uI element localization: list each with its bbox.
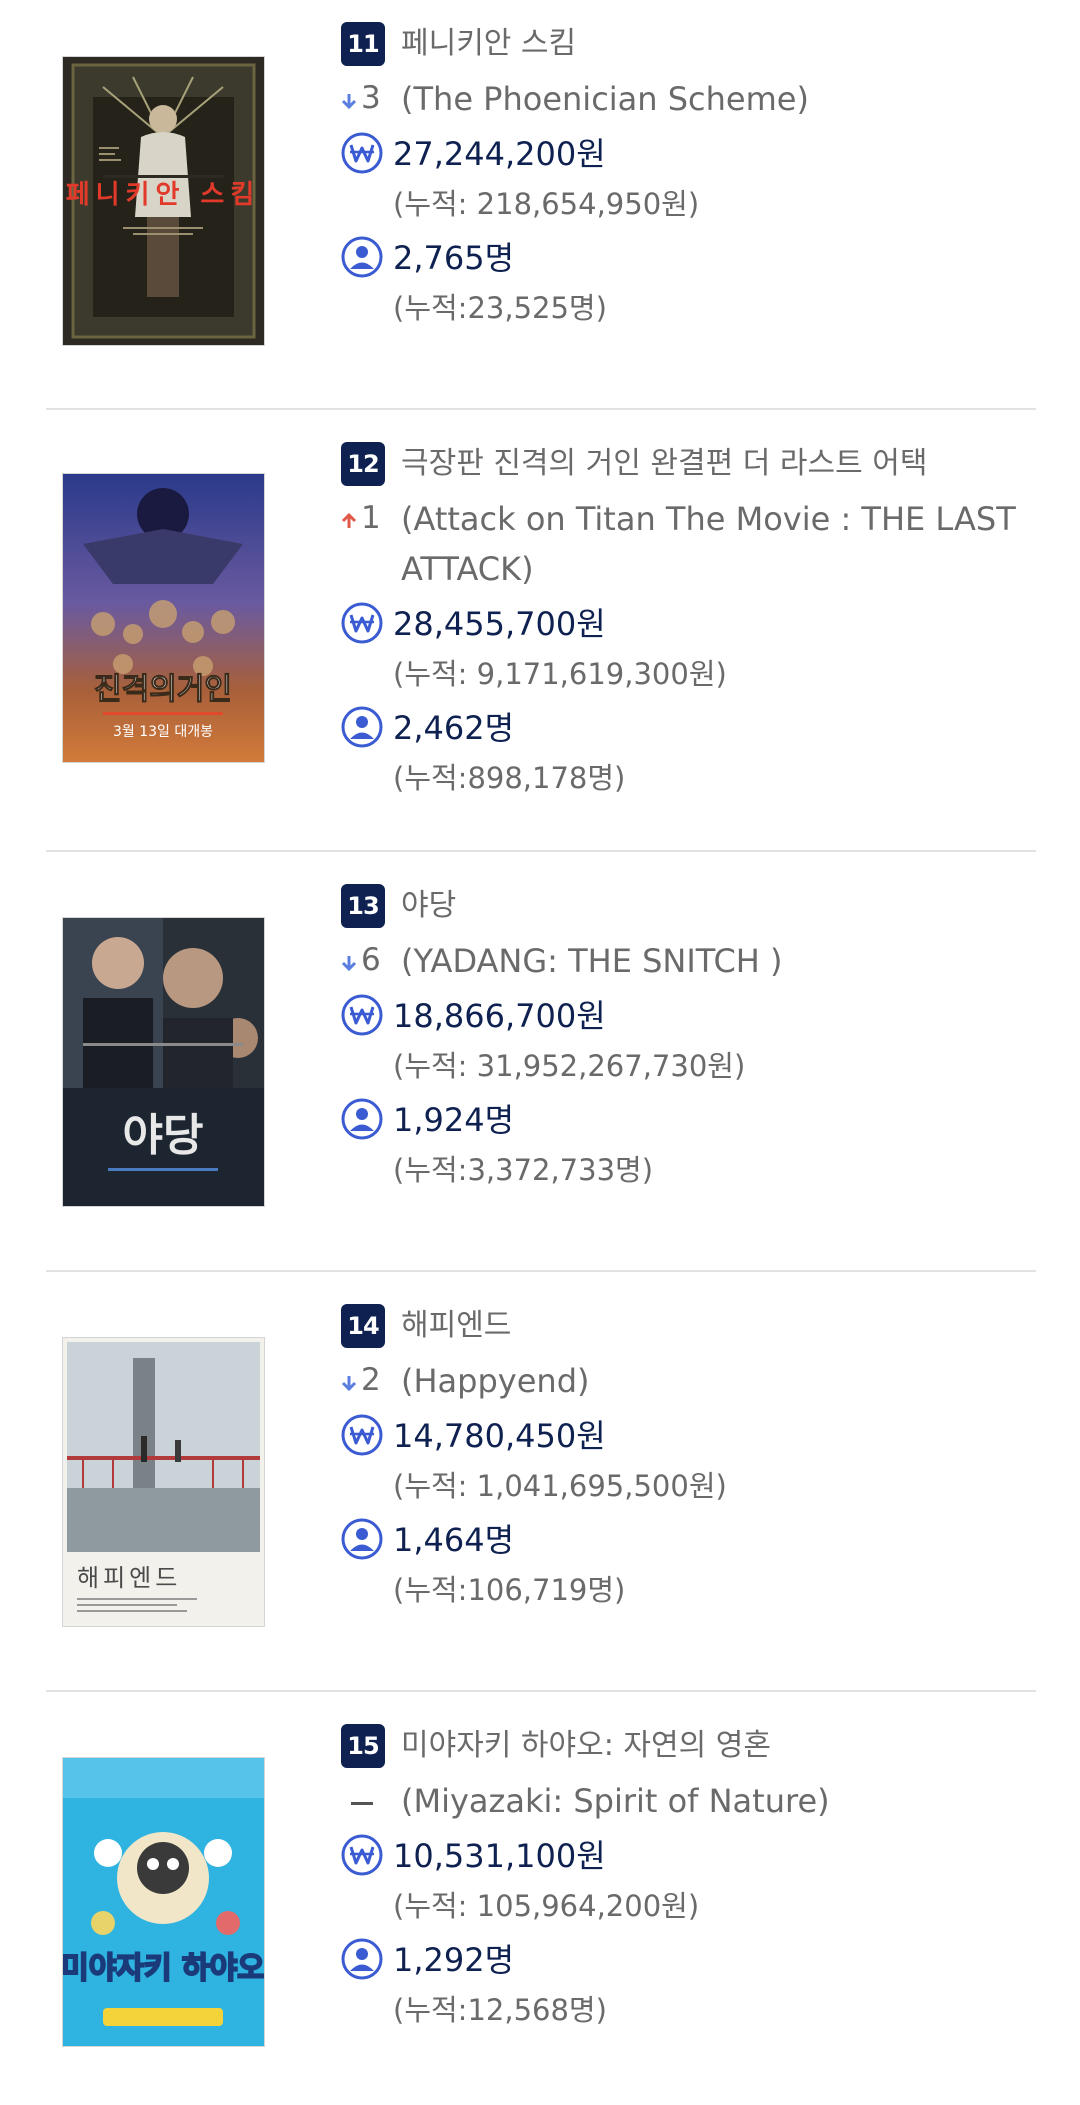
sales-total: (누적: 31,952,267,730원) [393,1049,746,1083]
movie-item[interactable]: 야당 13 야당 6 (YADANG: THE SNITCH ) 18,866,… [46,884,1036,1264]
divider [46,850,1036,852]
poster-image: 해피엔드 [63,1338,264,1626]
arrow-down-icon [341,94,357,110]
person-icon [341,1098,383,1140]
sales-total: (누적: 105,964,200원) [393,1889,700,1923]
movie-title-en: (YADANG: THE SNITCH ) [401,942,783,980]
audience-value: 1,464명 [393,1521,515,1559]
audience-value: 1,292명 [393,1941,515,1979]
movie-info: 14 해피엔드 2 (Happyend) 14,780,450원 (누적: 1,… [341,1304,1036,1614]
rank-badge: 11 [341,22,385,66]
person-icon [341,1938,383,1980]
movie-title-en: (The Phoenician Scheme) [401,80,809,118]
audience-total: (누적:898,178명) [393,761,626,795]
poster-title-text: 야당 [123,1110,204,1161]
movie-item[interactable]: 미야자키 하야오 15 미야자키 하야오: 자연의 영혼 (Miyazaki: … [46,1724,1036,2104]
sales-total: (누적: 218,654,950원) [393,187,700,221]
movie-info: 15 미야자키 하야오: 자연의 영혼 (Miyazaki: Spirit of… [341,1724,1036,2034]
movie-info: 13 야당 6 (YADANG: THE SNITCH ) 18,866,700… [341,884,1036,1194]
won-icon [341,994,383,1036]
won-icon [341,602,383,644]
won-icon [341,1414,383,1456]
poster-image: 야당 [63,918,264,1206]
arrow-down-icon [341,1376,357,1392]
divider [46,1270,1036,1272]
person-icon [341,236,383,278]
audience-value: 1,924명 [393,1101,515,1139]
movie-info: 12 극장판 진격의 거인 완결편 더 라스트 어택 1 (Attack on … [341,442,1036,802]
sales-value: 14,780,450원 [393,1417,606,1455]
rank-badge: 15 [341,1724,385,1768]
rank-change: 3 [341,80,389,116]
poster-image: 진격의거인 3월 13일 대개봉 [63,474,264,762]
divider [46,408,1036,410]
rank-change: 1 [341,500,389,536]
sales-value: 10,531,100원 [393,1837,606,1875]
audience-total: (누적:23,525명) [393,291,607,325]
rank-change-number: 6 [361,942,381,978]
audience-total: (누적:3,372,733명) [393,1153,654,1187]
poster-image: 미야자키 하야오 [63,1758,264,2046]
movie-poster[interactable]: 해피엔드 [63,1338,264,1626]
poster-title-text: 미야자키 하야오 [63,1951,264,1986]
rank-change-number: 1 [361,500,381,536]
poster-title-text: 해피엔드 [77,1564,181,1592]
won-icon [341,1834,383,1876]
sales-total: (누적: 1,041,695,500원) [393,1469,727,1503]
movie-title-ko[interactable]: 미야자키 하야오: 자연의 영혼 [401,1728,771,1764]
movie-title-en: (Miyazaki: Spirit of Nature) [401,1782,830,1820]
rank-change-number: 3 [361,80,381,116]
rank-change: 6 [341,942,389,978]
arrow-up-icon [341,512,357,528]
audience-total: (누적:12,568명) [393,1993,607,2027]
movie-title-ko[interactable]: 극장판 진격의 거인 완결편 더 라스트 어택 [401,446,927,482]
person-icon [341,1518,383,1560]
poster-title-text: 진격의거인 [94,672,232,707]
movie-title-en: (Attack on Titan The Movie : THE LAST AT… [401,500,1016,588]
sales-total: (누적: 9,171,619,300원) [393,657,727,691]
movie-item[interactable]: 페니키안 스킴 11 페니키안 스킴 3 (The Phoenician Sch… [46,22,1036,402]
movie-poster[interactable]: 미야자키 하야오 [63,1758,264,2046]
rank-change [341,1782,389,1818]
person-icon [341,706,383,748]
movie-title-en: (Happyend) [401,1362,590,1400]
rank-change-number: 2 [361,1362,381,1398]
movie-poster[interactable]: 페니키안 스킴 [63,57,264,345]
sales-value: 28,455,700원 [393,605,606,643]
movie-title-ko[interactable]: 야당 [401,888,456,924]
movie-title-ko[interactable]: 페니키안 스킴 [401,26,576,62]
sales-value: 18,866,700원 [393,997,606,1035]
poster-title-text: 페니키안 스킴 [66,180,261,210]
no-change-dash-icon [351,1802,373,1805]
sales-value: 27,244,200원 [393,135,606,173]
rank-change: 2 [341,1362,389,1398]
movie-item[interactable]: 진격의거인 3월 13일 대개봉 12 극장판 진격의 거인 완결편 더 라스트… [46,442,1036,842]
audience-value: 2,765명 [393,239,515,277]
movie-item[interactable]: 해피엔드 14 해피엔드 2 (Happyend) 14,780,450원 (누… [46,1304,1036,1684]
poster-image: 페니키안 스킴 [63,57,264,345]
movie-title-ko[interactable]: 해피엔드 [401,1308,511,1344]
movie-info: 11 페니키안 스킴 3 (The Phoenician Scheme) 27,… [341,22,1036,332]
arrow-down-icon [341,956,357,972]
movie-poster[interactable]: 진격의거인 3월 13일 대개봉 [63,474,264,762]
divider [46,1690,1036,1692]
poster-subtitle-text: 3월 13일 대개봉 [113,724,213,740]
audience-total: (누적:106,719명) [393,1573,626,1607]
rank-badge: 13 [341,884,385,928]
rank-badge: 12 [341,442,385,486]
movie-poster[interactable]: 야당 [63,918,264,1206]
rank-badge: 14 [341,1304,385,1348]
audience-value: 2,462명 [393,709,515,747]
won-icon [341,132,383,174]
